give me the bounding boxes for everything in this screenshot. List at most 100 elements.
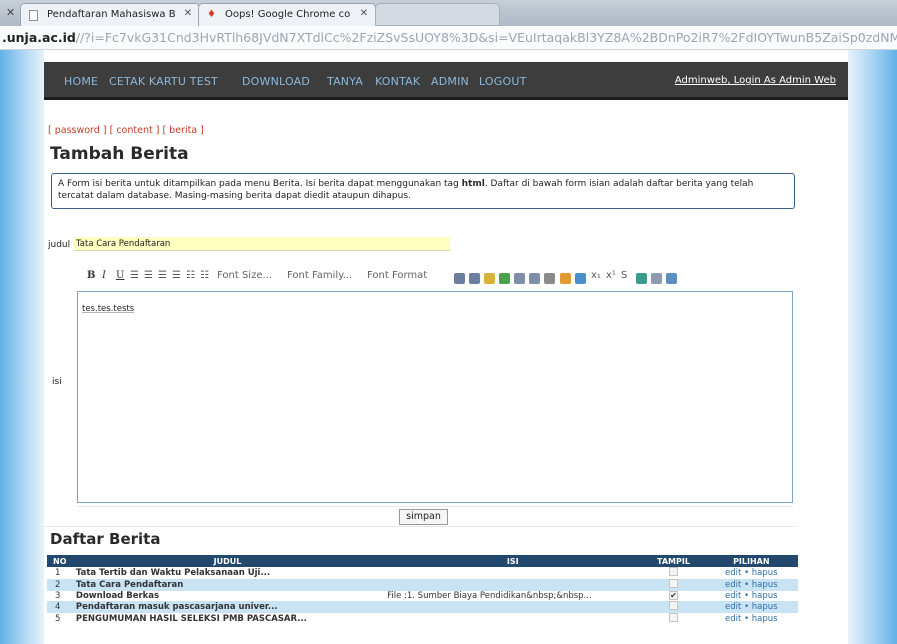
edit-link[interactable]: edit [725,602,741,612]
hapus-link[interactable]: hapus [752,614,778,624]
unlink-icon[interactable] [529,273,540,284]
text-color-icon[interactable] [499,273,510,284]
edit-link[interactable]: edit [725,568,741,578]
isi-label: isi [52,377,62,387]
row-isi: File :1. Sumber Biaya Pendidikan&nbsp;&n… [383,591,643,601]
isi-content: tes.tes.tests [82,304,135,314]
row-pilihan: edit • hapus [704,567,798,579]
tab-oops[interactable]: ♦ Oops! Google Chrome co ✕ [198,3,376,26]
hapus-link[interactable]: hapus [752,580,778,590]
nav-home[interactable]: HOME [64,75,98,88]
image-icon[interactable] [560,273,571,284]
separator: • [744,614,750,624]
table-row: 1 Tata Tertib dan Waktu Pelaksanaan Uji..… [47,567,798,579]
row-tampil: ✔ [642,591,705,601]
close-tab-icon[interactable]: ✕ [184,8,192,19]
italic-button[interactable]: I [102,270,106,281]
row-tampil [642,579,705,591]
nav-kontak[interactable]: KONTAK [375,75,420,88]
nav-logout[interactable]: LOGOUT [479,75,527,88]
new-tab-button[interactable] [375,3,500,26]
row-isi [383,601,643,613]
nav-cetak-kartu-test[interactable]: CETAK KARTU TEST [109,75,218,88]
tab-label: Oops! Google Chrome co [225,9,351,20]
breadcrumb-content[interactable]: [ content ] [110,125,160,136]
cleanup-icon[interactable] [636,273,647,284]
edit-link[interactable]: edit [725,591,741,601]
subscript-icon[interactable]: x₁ [591,270,601,281]
ordered-list-icon[interactable]: ☷ [200,270,209,281]
warning-flame-icon: ♦ [207,9,216,20]
isi-editor[interactable]: tes.tes.tests [77,291,793,503]
close-icon[interactable]: ✕ [6,6,15,19]
highlight-icon[interactable] [484,273,495,284]
tab-label: Pendaftaran Mahasiswa B [47,9,176,20]
header-judul: JUDUL [71,555,384,567]
hapus-link[interactable]: hapus [752,591,778,601]
row-isi [383,567,643,579]
align-right-icon[interactable]: ☰ [158,270,167,281]
tampil-checkbox[interactable] [669,567,678,576]
table-row: 5 PENGUMUMAN HASIL SELEKSI PMB PASCASAR..… [47,613,798,625]
superscript-icon[interactable]: x¹ [606,270,616,281]
outdent-icon[interactable] [454,273,465,284]
tampil-checkbox[interactable]: ✔ [669,591,678,600]
separator: • [744,591,750,601]
row-tampil [642,567,705,579]
nav-admin[interactable]: ADMIN [431,75,469,88]
divider [44,526,796,527]
judul-label: judul [48,240,71,250]
link-icon[interactable] [514,273,525,284]
url-host: .unja.ac.id [2,30,76,45]
row-pilihan: edit • hapus [704,579,798,591]
tampil-checkbox[interactable] [669,613,678,622]
font-format-select[interactable]: Font Format [367,270,427,281]
strikethrough-icon[interactable]: S [621,270,627,281]
row-isi [383,579,643,591]
bold-button[interactable]: B [87,270,95,281]
list-title: Daftar Berita [50,530,161,548]
nav-download[interactable]: DOWNLOAD [242,75,310,88]
breadcrumb-password[interactable]: [ password ] [48,125,107,136]
tampil-checkbox[interactable] [669,601,678,610]
hapus-link[interactable]: hapus [752,602,778,612]
hapus-link[interactable]: hapus [752,568,778,578]
top-nav: HOME CETAK KARTU TEST DOWNLOAD TANYA KON… [44,62,848,100]
edit-link[interactable]: edit [725,614,741,624]
media-icon[interactable] [575,273,586,284]
row-judul: Download Berkas [71,591,384,601]
row-judul: Tata Tertib dan Waktu Pelaksanaan Uji... [71,567,384,579]
font-family-select[interactable]: Font Family... [287,270,352,281]
row-no: 4 [47,601,72,613]
tampil-checkbox[interactable] [669,579,678,588]
divider [77,506,793,507]
judul-input[interactable] [74,237,450,251]
nav-tanya[interactable]: TANYA [327,75,363,88]
address-bar[interactable]: .unja.ac.id//?i=Fc7vkG31Cnd3HvRTlh68JVdN… [0,26,897,50]
indent-icon[interactable] [469,273,480,284]
url-path: //?i=Fc7vkG31Cnd3HvRTlh68JVdN7XTdlCc%2Fz… [75,30,897,45]
align-center-icon[interactable]: ☰ [144,270,153,281]
header-no: NO [47,555,72,567]
breadcrumb-berita[interactable]: [ berita ] [162,125,203,136]
row-no: 3 [47,591,72,601]
close-tab-icon[interactable]: ✕ [360,8,368,19]
underline-button[interactable]: U [116,270,124,281]
edit-link[interactable]: edit [725,580,741,590]
align-justify-icon[interactable]: ☰ [172,270,181,281]
simpan-button[interactable]: simpan [399,509,448,525]
table-icon[interactable] [666,273,677,284]
code-icon[interactable] [651,273,662,284]
anchor-icon[interactable] [544,273,555,284]
separator: • [744,580,750,590]
admin-login-info[interactable]: Adminweb, Login As Admin Web [675,75,836,86]
row-pilihan: edit • hapus [704,601,798,613]
header-pilihan: PILIHAN [704,555,798,567]
row-no: 2 [47,579,72,591]
align-left-icon[interactable]: ☰ [130,270,139,281]
table-header: NO JUDUL ISI TAMPIL PILIHAN [47,555,798,567]
unordered-list-icon[interactable]: ☷ [186,270,195,281]
font-size-select[interactable]: Font Size... [217,270,272,281]
tab-pendaftaran[interactable]: Pendaftaran Mahasiswa B ✕ [20,3,200,26]
page-content: HOME CETAK KARTU TEST DOWNLOAD TANYA KON… [44,50,848,644]
